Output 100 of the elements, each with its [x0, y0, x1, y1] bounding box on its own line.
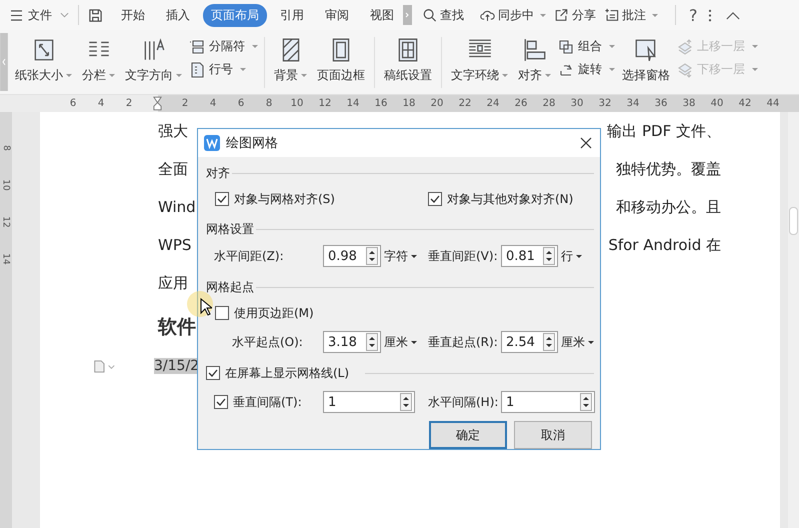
spinner-icon[interactable] [543, 247, 555, 265]
number-field[interactable]: 0.81 [501, 245, 558, 267]
number-field[interactable]: 1 [501, 391, 595, 413]
share-button[interactable]: 分享 [554, 6, 596, 24]
ruler-number: 14 [0, 253, 12, 265]
ribbon-tab[interactable]: 视图 [362, 4, 402, 26]
ruler-number: 42 [738, 98, 752, 109]
spinner-icon[interactable] [543, 333, 555, 351]
body-text: 和移动办公。且 [616, 197, 721, 218]
ribbon-button[interactable]: 稿纸设置 [381, 33, 435, 88]
spinner-icon[interactable] [366, 333, 378, 351]
help-button[interactable]: ? [689, 6, 698, 24]
close-icon[interactable] [580, 137, 592, 149]
spinner-icon[interactable] [366, 247, 378, 265]
ruler-number: 30 [570, 98, 584, 109]
checkbox-box[interactable] [215, 306, 229, 320]
page-break-icon [189, 38, 205, 54]
chevron-icon [60, 12, 69, 18]
body-text: Wind [158, 197, 196, 218]
body-text: 独特优势。覆盖 [616, 159, 721, 180]
ribbon-button[interactable]: 分栏 [79, 33, 118, 88]
align-icon [522, 37, 548, 63]
spinner-icon[interactable] [580, 393, 592, 411]
line-numbers-icon [189, 62, 205, 78]
collapse-icon[interactable] [726, 10, 740, 20]
ruler-number: 36 [654, 98, 668, 109]
section-label: 网格设置 [206, 220, 254, 238]
scrollbar[interactable] [788, 112, 799, 528]
checkbox[interactable]: 使用页边距(M) [215, 304, 428, 322]
ribbon-tab[interactable]: 引用 [272, 4, 312, 26]
indent-marker-icon[interactable] [152, 96, 162, 111]
ribbon-tab[interactable]: 开始 [113, 4, 153, 26]
cloud-upload-icon [480, 8, 495, 22]
unit-dropdown[interactable]: 字符 [381, 248, 428, 264]
search-icon [422, 8, 437, 22]
number-field[interactable]: 1 [323, 391, 415, 413]
ribbon-button[interactable]: 文字环绕 [448, 33, 511, 88]
number-field[interactable]: 2.54 [501, 331, 558, 353]
checkbox[interactable]: 垂直间隔(T): [214, 394, 323, 410]
ruler-number: 12 [0, 216, 12, 228]
checkbox-box[interactable] [428, 192, 442, 206]
ribbon-button[interactable]: 组合 [558, 38, 615, 55]
checkbox-label: 对象与网格对齐(S) [234, 190, 335, 208]
ribbon-button[interactable]: 文字方向 [122, 33, 185, 88]
unit-dropdown[interactable]: 行 [558, 248, 594, 264]
more-icon[interactable] [708, 8, 712, 22]
ok-button[interactable]: 确定 [429, 421, 507, 449]
ruler-number: 34 [626, 98, 640, 109]
ruler-number: 10 [0, 179, 12, 191]
checkbox-label: 垂直间隔(T): [233, 394, 302, 410]
unit-dropdown[interactable]: 厘米 [558, 334, 594, 350]
checkbox-label: 使用页边距(M) [234, 304, 314, 322]
field-label: 水平间隔(H): [428, 394, 500, 410]
ribbon-button[interactable]: 对齐 [515, 33, 554, 88]
unit-dropdown[interactable]: 厘米 [381, 334, 428, 350]
ruler-number: 22 [458, 98, 472, 109]
ribbon-button[interactable]: 分隔符 [189, 38, 258, 55]
ribbon-button[interactable]: 旋转 [558, 61, 615, 78]
comment-icon [604, 8, 619, 22]
ribbon-tab[interactable]: 页面布局 [203, 4, 267, 26]
ruler-number: 8 [264, 98, 274, 109]
layers-up-icon [677, 38, 693, 54]
body-text: 全面 [158, 159, 188, 180]
checkbox-box[interactable] [215, 192, 229, 206]
checkbox-box[interactable] [206, 366, 220, 380]
number-field[interactable]: 0.98 [323, 245, 381, 267]
comment-button[interactable]: 批注 [604, 6, 658, 24]
layers-down-icon [677, 62, 693, 78]
ribbon-button[interactable]: 背景 [271, 33, 310, 88]
ruler-number: 14 [346, 98, 360, 109]
spinner-icon[interactable] [400, 393, 412, 411]
sync-button[interactable]: 同步中 [480, 6, 546, 24]
field-label: 垂直起点(R): [428, 334, 499, 350]
number-field[interactable]: 3.18 [323, 331, 381, 353]
ribbon-button[interactable]: 行号 [189, 61, 258, 78]
section-label: 网格起点 [206, 278, 254, 296]
body-text: WPS [158, 235, 192, 256]
mouse-cursor-icon [200, 298, 212, 316]
field-label: 垂直间距(V): [428, 248, 499, 264]
ribbon-button[interactable]: 选择窗格 [619, 33, 673, 88]
file-menu[interactable]: 文件 [10, 6, 69, 24]
ruler-number: 32 [598, 98, 612, 109]
ribbon-tab[interactable]: 插入 [158, 4, 198, 26]
ribbon-button[interactable]: 纸张大小 [12, 33, 75, 88]
field-label: 水平起点(O): [231, 334, 304, 350]
ribbon-tab[interactable]: 审阅 [317, 4, 357, 26]
share-icon [554, 8, 569, 22]
ruler-number: 18 [402, 98, 416, 109]
ruler-number: 16 [374, 98, 388, 109]
find-button[interactable]: 查找 [422, 6, 464, 24]
ruler-number: 6 [236, 98, 246, 109]
body-text: 强大 [158, 121, 188, 142]
checkbox-box[interactable] [214, 395, 228, 409]
ribbon-button[interactable]: 页面边框 [314, 33, 368, 88]
checkbox[interactable]: 对象与网格对齐(S) [215, 190, 428, 208]
cancel-button[interactable]: 取消 [514, 421, 592, 449]
save-icon[interactable] [88, 8, 103, 22]
section-heading: 软件 [158, 315, 196, 340]
document-icon[interactable] [92, 360, 116, 372]
body-text: Sfor Android 在 [608, 235, 721, 256]
